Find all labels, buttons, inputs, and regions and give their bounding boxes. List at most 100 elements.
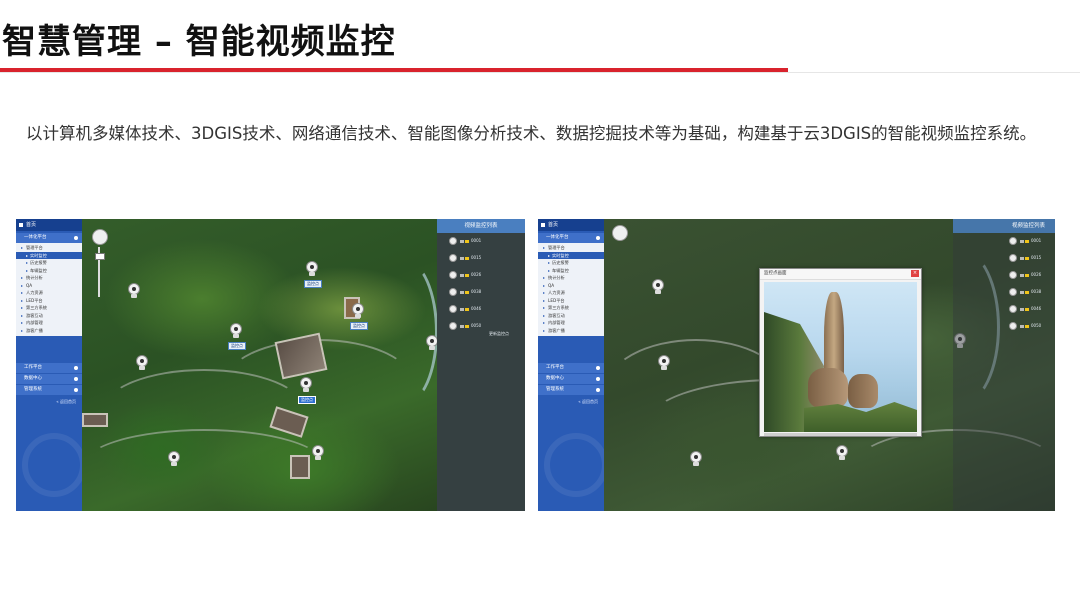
camera-marker-icon[interactable] (658, 355, 670, 371)
camera-list-item[interactable]: 0038 (437, 284, 525, 301)
sidebar-section-data[interactable]: 数据中心 (538, 374, 604, 384)
close-icon[interactable]: × (911, 270, 919, 277)
sidebar-section-label: 管理系统 (24, 387, 42, 392)
camera-id: 0046 (1031, 306, 1042, 311)
camera-list-item[interactable]: 0026 (437, 267, 525, 284)
sidebar-section-platform[interactable]: 一体化平台 (16, 233, 82, 243)
camera-icon (1009, 254, 1017, 262)
sidebar-section-admin[interactable]: 管理系统 (538, 385, 604, 395)
sidebar-item[interactable]: 历史报警 (16, 259, 82, 267)
sidebar-item[interactable]: 管理平台 (16, 244, 82, 252)
camera-marker-icon[interactable] (306, 261, 318, 277)
sidebar-item[interactable]: QA (538, 282, 604, 290)
sidebar-item[interactable]: 游客互动 (538, 312, 604, 320)
compass-icon[interactable] (92, 229, 108, 245)
sidebar-item[interactable]: 人力资源 (16, 289, 82, 297)
folder-icon (465, 240, 469, 243)
sidebar-item-active[interactable]: 实时监控 (16, 251, 82, 259)
camera-list-item[interactable]: 0001 (953, 233, 1055, 250)
sidebar-section-data[interactable]: 数据中心 (16, 374, 82, 384)
sidebar-section-admin[interactable]: 管理系统 (16, 385, 82, 395)
status-icon (1020, 257, 1024, 260)
camera-list-item[interactable]: 0046 (437, 301, 525, 318)
camera-list-item[interactable]: 0050 (953, 318, 1055, 335)
sidebar-section-label: 管理系统 (546, 387, 564, 392)
left-3d-map[interactable]: 监控点 监控点 监控点 监控点 (82, 219, 437, 511)
folder-icon (1025, 325, 1029, 328)
sidebar-item[interactable]: 第三方系统 (538, 304, 604, 312)
camera-marker-icon[interactable] (690, 451, 702, 467)
building (290, 455, 310, 479)
sidebar-section-work[interactable]: 工作平台 (538, 363, 604, 373)
panel-footer-link[interactable]: 更新监控点 (489, 331, 509, 337)
sidebar-item[interactable]: 管理平台 (538, 244, 604, 252)
left-sidebar: 首页 一体化平台 管理平台 实时监控 历史报警 车辆监控 统计分析 QA 人力资… (16, 219, 86, 511)
camera-id: 0001 (1031, 238, 1042, 243)
page-description: 以计算机多媒体技术、3DGIS技术、网络通信技术、智能图像分析技术、数据挖掘技术… (26, 124, 1037, 143)
camera-marker-icon[interactable] (128, 283, 140, 299)
camera-label[interactable]: 监控点 (228, 342, 246, 350)
sidebar-home[interactable]: 首页 (538, 219, 604, 231)
camera-list-item[interactable]: 0026 (953, 267, 1055, 284)
zoom-slider-handle[interactable] (95, 253, 105, 260)
building (82, 413, 108, 427)
right-screenshot: 首页 一体化平台 管理平台 实时监控 历史报警 车辆监控 统计分析 QA 人力资… (538, 219, 1055, 511)
popup-titlebar[interactable]: 监控点画面 × (760, 269, 921, 280)
camera-marker-icon[interactable] (426, 335, 437, 351)
sidebar-item[interactable]: 人力资源 (538, 289, 604, 297)
sidebar-item[interactable]: 内部管理 (16, 319, 82, 327)
sidebar-section-platform[interactable]: 一体化平台 (538, 233, 604, 243)
sidebar-item[interactable]: 统计分析 (538, 274, 604, 282)
camera-marker-icon[interactable] (168, 451, 180, 467)
camera-marker-icon[interactable] (352, 303, 364, 319)
video-popup-window[interactable]: 监控点画面 × (759, 268, 922, 437)
sidebar-item[interactable]: 统计分析 (16, 274, 82, 282)
status-icon (460, 325, 464, 328)
camera-list-item[interactable]: 0015 (953, 250, 1055, 267)
camera-marker-icon[interactable] (136, 355, 148, 371)
sidebar-item[interactable]: 第三方系统 (16, 304, 82, 312)
status-icon (1020, 325, 1024, 328)
sidebar-item[interactable]: 游客互动 (16, 312, 82, 320)
status-icon (460, 308, 464, 311)
camera-marker-icon[interactable] (300, 377, 312, 393)
back-home-link[interactable]: « 返回首页 (16, 399, 82, 405)
sidebar-list: 管理平台 实时监控 历史报警 车辆监控 统计分析 QA 人力资源 LED平台 第… (16, 243, 82, 336)
sidebar-item[interactable]: LED平台 (16, 297, 82, 305)
camera-marker-icon[interactable] (836, 445, 848, 461)
camera-marker-icon[interactable] (652, 279, 664, 295)
sidebar-item-active[interactable]: 实时监控 (538, 251, 604, 259)
camera-icon (1009, 288, 1017, 296)
sidebar-item[interactable]: 车辆监控 (538, 267, 604, 275)
camera-id: 0050 (1031, 323, 1042, 328)
compass-icon[interactable] (612, 225, 628, 241)
camera-marker-icon[interactable] (312, 445, 324, 461)
folder-icon (1025, 274, 1029, 277)
camera-list-item[interactable]: 0001 (437, 233, 525, 250)
sidebar-item[interactable]: 内部管理 (538, 319, 604, 327)
camera-list-item[interactable]: 0050 (437, 318, 525, 335)
sidebar-section-label: 数据中心 (24, 376, 42, 381)
sidebar-section-work[interactable]: 工作平台 (16, 363, 82, 373)
camera-marker-icon[interactable] (230, 323, 242, 339)
sidebar-item[interactable]: 游客广播 (538, 327, 604, 335)
camera-list-item[interactable]: 0046 (953, 301, 1055, 318)
sidebar-item[interactable]: QA (16, 282, 82, 290)
camera-list-item[interactable]: 0038 (953, 284, 1055, 301)
camera-label-selected[interactable]: 监控点 (298, 396, 316, 404)
sidebar-item[interactable]: 历史报警 (538, 259, 604, 267)
back-home-link[interactable]: « 返回首页 (538, 399, 604, 405)
camera-label[interactable]: 监控点 (350, 322, 368, 330)
camera-icon (449, 288, 457, 296)
sidebar-home[interactable]: 首页 (16, 219, 82, 231)
camera-list-item[interactable]: 0015 (437, 250, 525, 267)
popup-scrollbar[interactable] (764, 433, 917, 436)
sidebar-item[interactable]: 游客广播 (16, 327, 82, 335)
camera-label[interactable]: 监控点 (304, 280, 322, 288)
status-icon (460, 274, 464, 277)
sidebar-item[interactable]: 车辆监控 (16, 267, 82, 275)
toggle-icon (596, 366, 600, 370)
folder-icon (465, 274, 469, 277)
toggle-icon (74, 377, 78, 381)
sidebar-item[interactable]: LED平台 (538, 297, 604, 305)
